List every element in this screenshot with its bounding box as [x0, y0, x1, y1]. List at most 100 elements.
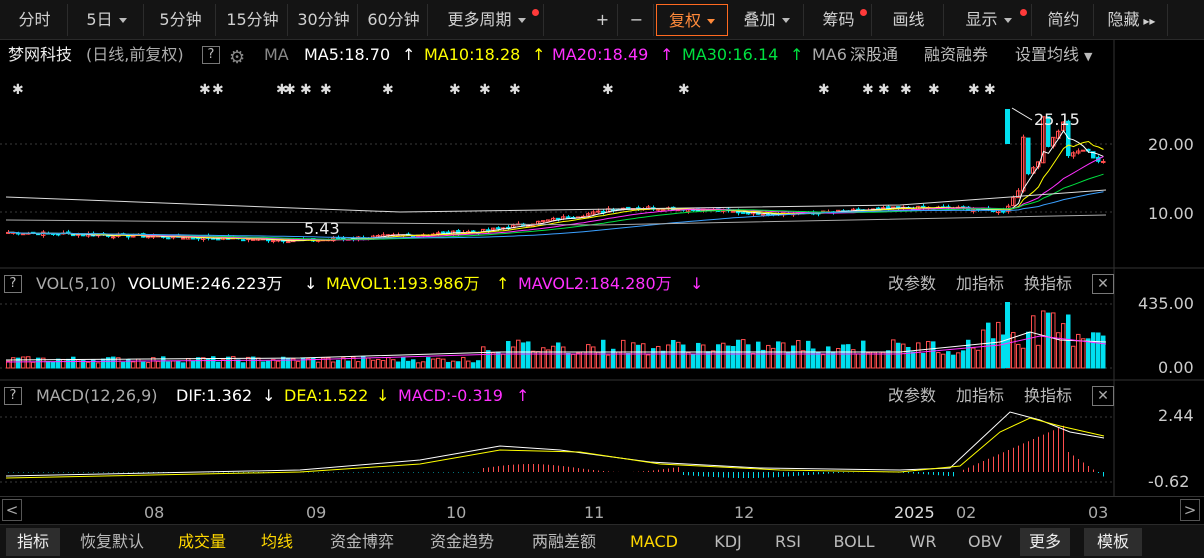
toolbar-more-periods-button[interactable]: 更多周期: [430, 4, 544, 36]
event-star-icon: ✱: [212, 82, 224, 98]
volume-bar: [836, 348, 841, 369]
add-indicator-button[interactable]: 加指标: [956, 271, 1004, 297]
volume-bar: [691, 354, 696, 369]
toolbar-simple-button[interactable]: 简约: [1034, 4, 1094, 36]
help-button[interactable]: ?: [202, 46, 220, 64]
swap-indicator-button[interactable]: 换指标: [1024, 271, 1072, 297]
change-params-button[interactable]: 改参数: [888, 271, 936, 297]
event-star-icon: ✱: [509, 82, 521, 98]
ma-line: [8, 191, 1104, 239]
toolbar-overlay-button[interactable]: 叠加: [730, 4, 804, 36]
toolbar-zoom-in-button[interactable]: +: [588, 4, 618, 36]
volume-bar: [46, 360, 51, 369]
tab-item[interactable]: 恢复默认: [66, 528, 158, 556]
volume-bar: [1026, 331, 1031, 369]
volume-bar: [641, 343, 646, 369]
tab-item[interactable]: RSI: [764, 528, 812, 556]
volume-bar: [1066, 314, 1071, 369]
tab-item[interactable]: KDJ: [700, 528, 756, 556]
event-star-icon: ✱: [300, 82, 312, 98]
toolbar-display-button[interactable]: 显示: [946, 4, 1032, 36]
volume-bar: [746, 344, 751, 369]
close-icon[interactable]: ✕: [1092, 274, 1114, 294]
event-star-icon: ✱: [968, 82, 980, 98]
tab-item[interactable]: 模板: [1084, 528, 1142, 556]
caret-down-icon: [517, 18, 526, 23]
x-label: 11: [584, 503, 605, 522]
event-star-icon: ✱: [479, 82, 491, 98]
x-label: 02: [956, 503, 977, 522]
candle-body: [1081, 149, 1086, 152]
tab-item[interactable]: BOLL: [820, 528, 888, 556]
event-star-icon: ✱: [284, 82, 296, 98]
scroll-left-button[interactable]: <: [2, 499, 22, 521]
volume-bar: [956, 352, 961, 369]
event-star-icon: ✱: [199, 82, 211, 98]
gear-icon[interactable]: ⚙: [229, 45, 245, 71]
x-label: 09: [306, 503, 327, 522]
toolbar-chips-button[interactable]: 筹码: [806, 4, 872, 36]
tab-item[interactable]: OBV: [958, 528, 1012, 556]
volume-bar: [296, 360, 301, 369]
toolbar-5min-button[interactable]: 5分钟: [146, 4, 216, 36]
volume-bar: [681, 344, 686, 369]
toolbar-30min-button[interactable]: 30分钟: [290, 4, 358, 36]
change-params-button[interactable]: 改参数: [888, 383, 936, 409]
tab-item[interactable]: MACD: [618, 528, 690, 556]
notification-dot-icon: [532, 9, 539, 16]
toolbar-draw-button[interactable]: 画线: [874, 4, 944, 36]
chart-area[interactable]: ✱ ✱ ✱ ✱ ✱ ✱ ✱ ✱ ✱ ✱ ✱ ✱ ✱ ✱ ✱ ✱ ✱ ✱ ✱ ✱ 梦网科技 (日线,前复权) ? ⚙ M…: [0, 40, 1204, 496]
tab-item[interactable]: 资金趋势: [416, 528, 508, 556]
volume-bar: [176, 361, 181, 369]
tab-item[interactable]: WR: [896, 528, 950, 556]
down-arrow-icon: ↓: [376, 386, 390, 405]
up-arrow-icon: ↑: [496, 274, 510, 293]
tab-item[interactable]: 均线: [248, 528, 306, 556]
tab-item[interactable]: 指标: [6, 528, 60, 556]
event-star-icon: ✱: [449, 82, 461, 98]
macd-axis-min: -0.62: [1148, 472, 1190, 491]
toolbar-hide-button[interactable]: 隐藏 ▸▸: [1096, 4, 1168, 36]
volume-bar: [926, 341, 931, 369]
toolbar-60min-button[interactable]: 60分钟: [360, 4, 428, 36]
volume-bar: [591, 346, 596, 369]
add-indicator-button[interactable]: 加指标: [956, 383, 1004, 409]
volume-bar: [1076, 333, 1081, 369]
close-icon[interactable]: ✕: [1092, 386, 1114, 406]
sgt-button[interactable]: 深股通: [850, 42, 898, 68]
margin-button[interactable]: 融资融券: [924, 42, 988, 68]
volume-bar: [256, 357, 261, 369]
tab-item[interactable]: 资金博弈: [316, 528, 408, 556]
candle-body: [241, 239, 246, 242]
volume-bar: [411, 359, 416, 369]
help-button[interactable]: ?: [4, 387, 22, 405]
toolbar-fenshi-button[interactable]: 分时: [2, 4, 68, 36]
volume-bar: [336, 359, 341, 369]
volume-bar: [1081, 338, 1086, 369]
swap-indicator-button[interactable]: 换指标: [1024, 383, 1072, 409]
scroll-right-button[interactable]: >: [1180, 499, 1200, 521]
volume-bar: [121, 361, 126, 369]
kline-chart[interactable]: ✱ ✱ ✱ ✱✱ ✱ ✱ ✱ ✱ ✱ ✱ ✱ ✱ ✱ ✱ ✱ ✱ ✱ ✱ ✱: [0, 40, 1204, 496]
volume-bar: [486, 350, 491, 369]
toolbar-zoom-out-button[interactable]: −: [620, 4, 654, 36]
tab-item[interactable]: 更多: [1020, 528, 1070, 556]
volume-bar: [71, 356, 76, 369]
down-arrow-icon: ↓: [690, 274, 704, 293]
price-axis-20: 20.00: [1148, 135, 1194, 154]
caret-down-icon: [118, 18, 127, 23]
toolbar-adjust-button[interactable]: 复权: [656, 4, 728, 36]
volume-bar: [436, 357, 441, 369]
high-price-label: 25.15: [1034, 110, 1080, 129]
help-button[interactable]: ?: [4, 275, 22, 293]
tab-item[interactable]: 两融差额: [518, 528, 610, 556]
volume-bar: [1046, 312, 1051, 369]
tab-item[interactable]: 成交量: [166, 528, 238, 556]
toolbar-5day-button[interactable]: 5日: [70, 4, 144, 36]
volume-bar: [696, 342, 701, 369]
volume-bar: [551, 345, 556, 369]
volume-bar: [346, 360, 351, 369]
set-ma-button[interactable]: 设置均线 ▼: [1015, 42, 1092, 70]
toolbar-15min-button[interactable]: 15分钟: [218, 4, 288, 36]
volume-bar: [971, 347, 976, 369]
